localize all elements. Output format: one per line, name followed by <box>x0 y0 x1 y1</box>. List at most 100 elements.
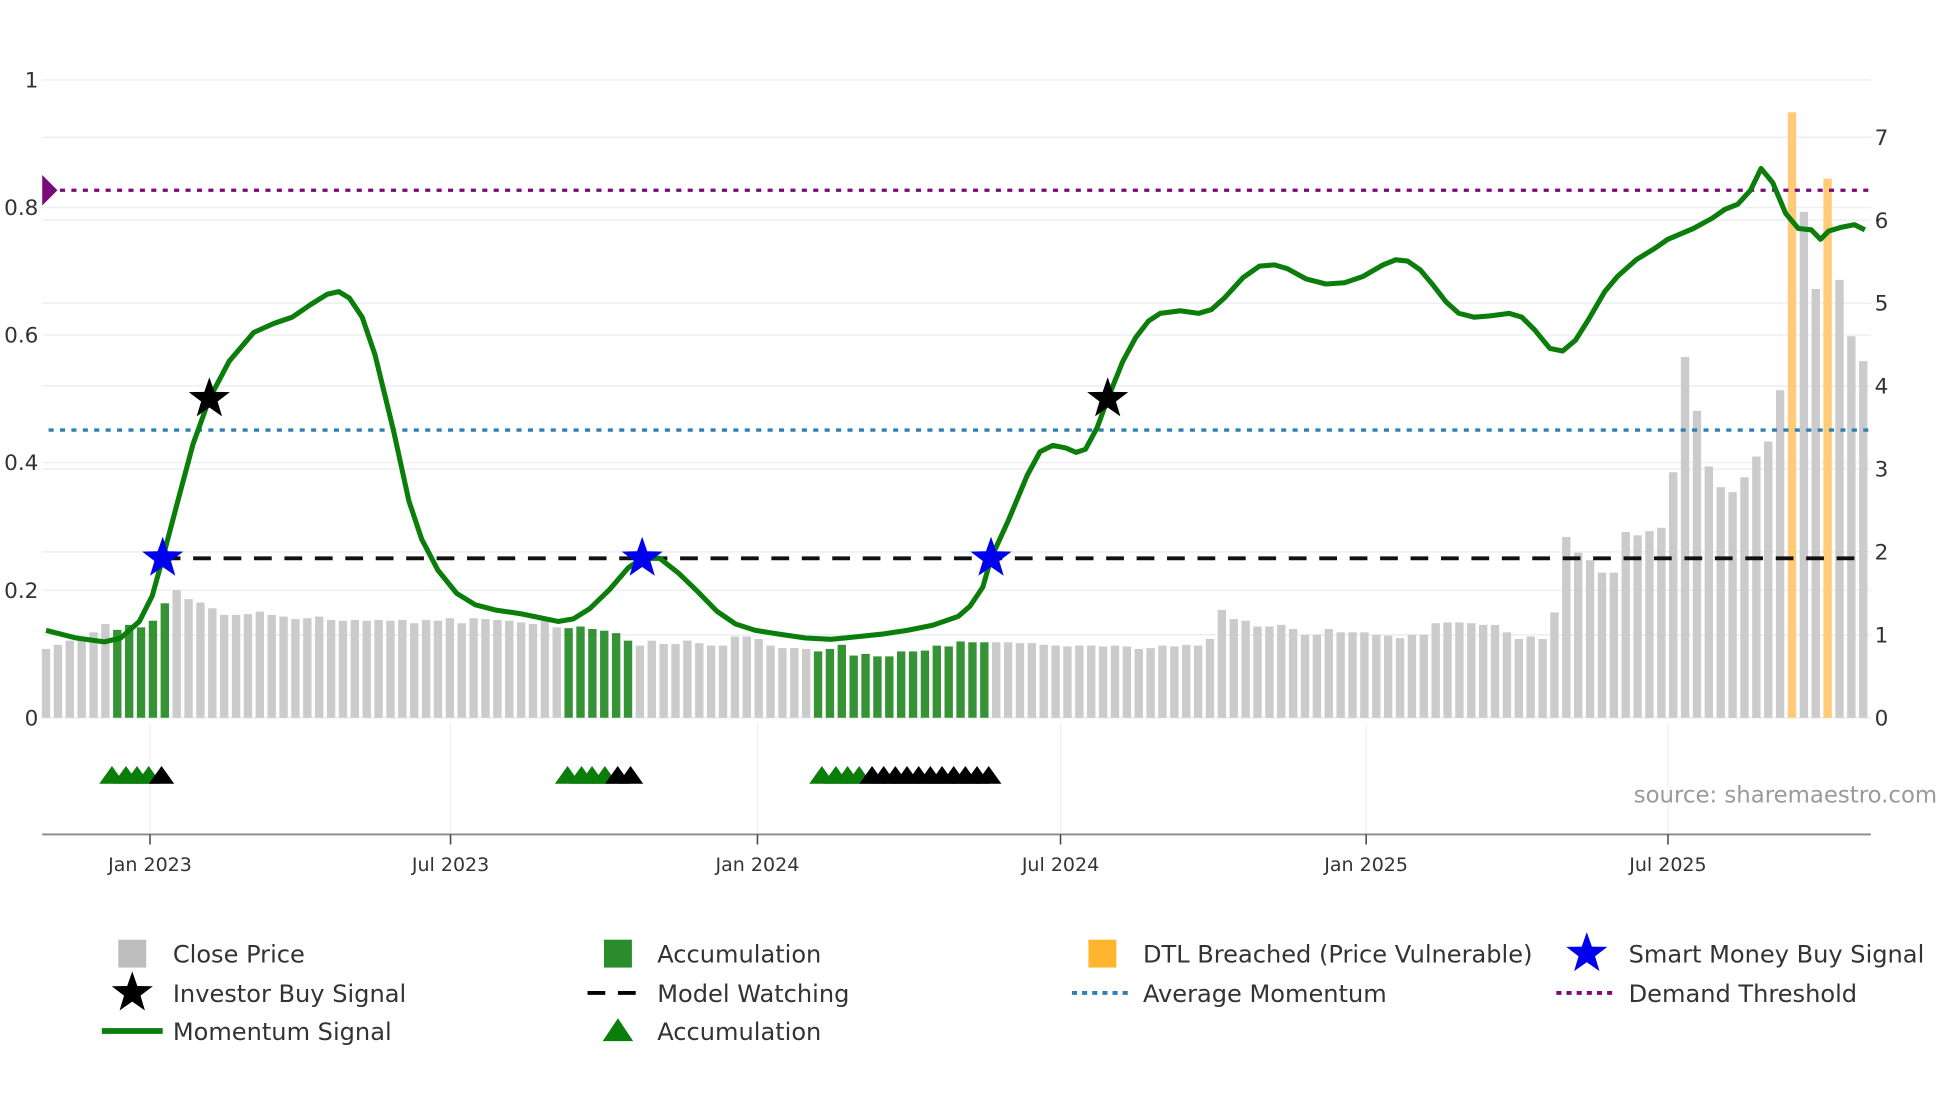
reference-lines <box>42 175 1871 561</box>
close-bar <box>279 616 288 718</box>
left-tick-label: 1 <box>25 69 39 94</box>
close-bar <box>326 619 336 718</box>
close-bar <box>1229 619 1238 718</box>
left-tick-label: 0.4 <box>4 451 38 476</box>
close-bar <box>1253 626 1262 718</box>
close-bar <box>1740 477 1749 718</box>
close-bar <box>89 632 98 718</box>
close-bar <box>1336 632 1345 718</box>
star-black-icon <box>111 971 153 1011</box>
close-bar <box>267 614 276 718</box>
close-bar <box>1752 456 1761 718</box>
close-bar <box>1383 635 1393 718</box>
x-tick-label: Jul 2023 <box>411 854 489 876</box>
accumulation-bar <box>124 624 134 718</box>
close-bar <box>53 644 63 718</box>
close-bar <box>1811 288 1820 718</box>
legend-label: Investor Buy Signal <box>173 980 406 1008</box>
close-bar <box>291 619 300 718</box>
close-bar <box>1657 527 1666 718</box>
close-bar <box>1835 279 1844 718</box>
close-bar <box>1015 643 1025 718</box>
close-bar <box>1407 634 1417 718</box>
close-bar <box>1455 622 1464 718</box>
right-tick-label: 0 <box>1875 706 1889 731</box>
close-bar <box>469 618 478 718</box>
close-bar <box>992 642 1001 718</box>
accumulation-bar <box>611 633 621 718</box>
close-bar <box>172 590 181 718</box>
close-bar <box>1217 609 1227 718</box>
close-bar <box>1193 645 1203 718</box>
close-bar <box>1859 361 1868 718</box>
accumulation-bar <box>920 650 930 718</box>
close-bar <box>1063 646 1072 718</box>
triangle-icon <box>602 1018 634 1042</box>
close-price-bars <box>41 112 1868 718</box>
accumulation-bar <box>113 629 122 718</box>
legend-label: Model Watching <box>657 980 849 1008</box>
close-bar <box>481 619 490 718</box>
close-bar <box>1182 644 1191 718</box>
close-bar <box>671 643 680 718</box>
accumulation-bar <box>136 627 146 718</box>
dtl-bar <box>1787 112 1797 718</box>
close-bar <box>1372 634 1381 718</box>
right-tick-label: 1 <box>1875 623 1889 648</box>
close-bar <box>1288 629 1298 718</box>
close-bar <box>1514 638 1523 718</box>
close-bar <box>1431 623 1440 718</box>
close-bar <box>1574 552 1583 718</box>
legend: Close Price Accumulation DTL Breached (Pri… <box>101 932 1924 1046</box>
accumulation-bar <box>564 628 573 718</box>
left-tick-label: 0.8 <box>4 196 38 221</box>
close-bar <box>647 640 656 718</box>
close-bar <box>1241 620 1250 718</box>
square-green-icon <box>604 939 632 968</box>
close-bar <box>1562 536 1571 718</box>
x-tick-label: Jan 2024 <box>715 854 800 876</box>
close-bar <box>635 645 645 718</box>
x-tick-label: Jul 2024 <box>1021 854 1099 876</box>
close-bar <box>1490 624 1500 718</box>
accumulation-bar <box>160 603 169 718</box>
close-bar <box>1300 634 1310 718</box>
close-bar <box>801 648 811 718</box>
close-bar <box>1728 492 1737 718</box>
left-tick-label: 0 <box>25 706 39 731</box>
close-bar <box>1538 638 1547 718</box>
accumulation-bar <box>576 626 585 718</box>
accumulation-bar <box>861 653 870 718</box>
close-bar <box>196 602 205 718</box>
close-bar <box>1764 441 1773 718</box>
legend-label: Close Price <box>173 941 305 969</box>
close-bar <box>1443 622 1452 718</box>
close-bar <box>421 619 431 718</box>
close-bar <box>398 619 407 718</box>
dtl-bar <box>1823 178 1832 718</box>
close-bar <box>1669 472 1678 718</box>
close-bar <box>220 614 229 718</box>
close-bar <box>1087 645 1096 718</box>
close-bar <box>315 616 324 718</box>
x-tick-label: Jan 2023 <box>107 854 192 876</box>
square-grey-icon <box>118 939 147 968</box>
close-bar <box>766 645 775 718</box>
close-bar <box>1158 645 1167 718</box>
investor-buy-star-icon <box>1087 377 1129 417</box>
close-bar <box>1170 646 1179 718</box>
close-bar <box>1526 636 1535 718</box>
close-bar <box>695 643 704 718</box>
close-bar <box>1134 648 1143 718</box>
close-bar <box>742 636 751 718</box>
close-bar <box>1585 560 1595 718</box>
close-bar <box>386 620 395 718</box>
legend-label: Momentum Signal <box>173 1018 392 1046</box>
close-bar <box>1395 638 1405 718</box>
accumulation-bar <box>980 642 989 718</box>
close-bar <box>303 618 312 718</box>
close-bar <box>718 645 728 718</box>
gridlines <box>42 79 1871 835</box>
close-bar <box>1122 646 1132 718</box>
accumulation-bar <box>932 645 942 718</box>
